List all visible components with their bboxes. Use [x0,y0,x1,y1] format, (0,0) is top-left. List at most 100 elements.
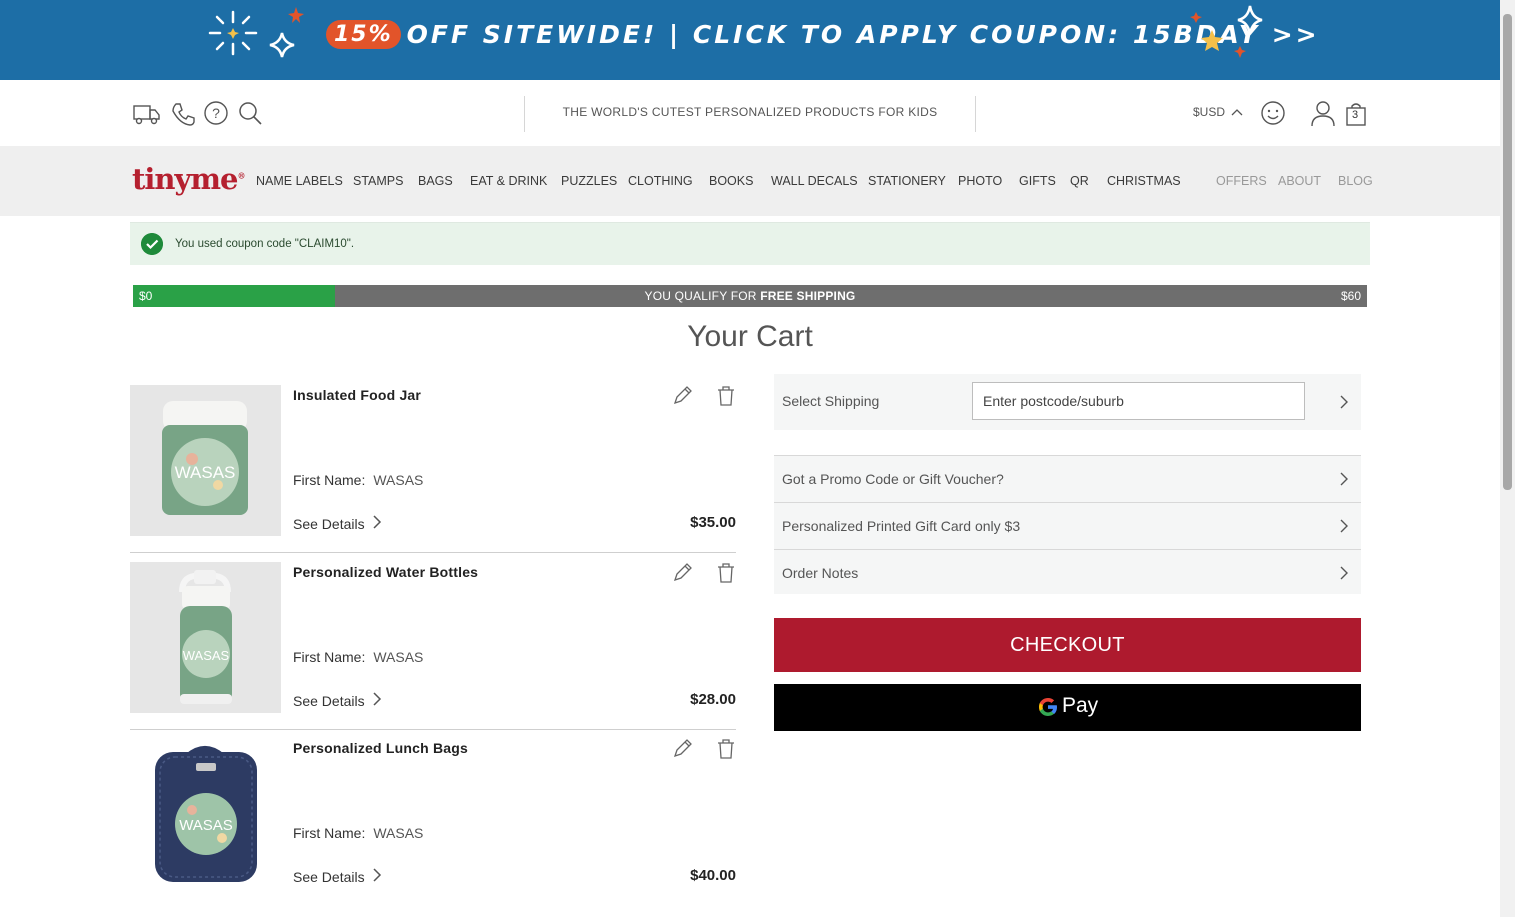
item-option: First Name: WASAS [293,649,423,665]
trash-icon[interactable] [715,562,737,584]
nav-item-books[interactable]: BOOKS [709,174,753,188]
see-details-label: See Details [293,869,365,885]
nav-item-stationery[interactable]: STATIONERY [868,174,946,188]
cart-item: WASAS Insulated Food Jar First Name: WASA… [130,385,736,553]
star-icon [1190,5,1263,58]
progress-label-bold: FREE SHIPPING [760,289,856,303]
divider [975,96,976,132]
promo-message: OFF SITEWIDE! | CLICK TO APPLY COUPON: 1… [406,19,1320,49]
google-g-icon [1039,698,1057,716]
google-pay-button[interactable]: Pay [774,684,1361,731]
nav-item-gifts[interactable]: GIFTS [1019,174,1056,188]
pencil-icon[interactable] [671,738,693,760]
nav-item-eat-drink[interactable]: EAT & DRINK [470,174,547,188]
water-bottle-illustration: WASAS [130,562,281,713]
star-icon [269,7,304,58]
coupon-notice: You used coupon code "CLAIM10". [130,222,1370,265]
chevron-right-icon [1340,472,1348,486]
pencil-icon[interactable] [671,562,693,584]
free-shipping-progress: $0 YOU QUALIFY FOR FREE SHIPPING $60 [133,285,1367,307]
nav-item-offers[interactable]: OFFERS [1216,174,1267,188]
chevron-right-icon [1340,566,1348,580]
nav-item-wall-decals[interactable]: WALL DECALS [771,174,858,188]
nav-item-qr[interactable]: QR [1070,174,1089,188]
food-jar-illustration: WASAS [130,385,281,536]
account-icon[interactable] [1309,100,1337,128]
item-name[interactable]: Personalized Lunch Bags [293,740,468,756]
promo-code-row[interactable]: Got a Promo Code or Gift Voucher? [774,455,1361,502]
smiley-icon[interactable] [1260,100,1288,128]
order-notes-row[interactable]: Order Notes [774,549,1361,594]
chevron-right-icon [373,515,382,529]
lunch-bag-illustration: WASAS [130,738,281,889]
nav-item-puzzles[interactable]: PUZZLES [561,174,617,188]
see-details-label: See Details [293,516,365,532]
cart-button[interactable]: 3 [1345,102,1367,126]
tagline: THE WORLD'S CUTEST PERSONALIZED PRODUCTS… [562,105,938,119]
logo-text: tinyme [132,162,238,196]
progress-max: $60 [1340,289,1361,303]
check-circle-icon [141,233,163,255]
nav-item-photo[interactable]: PHOTO [958,174,1002,188]
google-pay-label: Pay [1062,694,1099,717]
postcode-input[interactable] [972,382,1305,420]
chevron-right-icon [373,692,382,706]
pencil-icon[interactable] [671,385,693,407]
option-label: First Name: [293,649,366,665]
product-image-text: WASAS [179,817,233,834]
promo-code-label: Got a Promo Code or Gift Voucher? [782,471,1004,487]
trash-icon[interactable] [715,385,737,407]
phone-icon[interactable] [170,100,198,128]
scrollbar-thumb[interactable] [1503,14,1512,490]
help-icon[interactable]: ? [203,100,231,128]
product-image-food-jar[interactable]: WASAS [130,385,281,536]
shipping-label: Select Shipping [782,393,880,409]
coupon-notice-text: You used coupon code "CLAIM10". [175,238,355,250]
utility-bar: ? THE WORLD'S CUTEST PERSONALIZED PRODUC… [0,80,1500,146]
order-notes-label: Order Notes [782,565,859,581]
shipping-row: Select Shipping [774,374,1361,430]
sparkle-icon [208,10,258,56]
see-details-label: See Details [293,693,365,709]
option-value: WASAS [373,649,424,665]
checkout-button[interactable]: CHECKOUT [774,618,1361,672]
promo-banner[interactable]: 15% OFF SITEWIDE! | CLICK TO APPLY COUPO… [0,0,1500,80]
product-image-lunch-bag[interactable]: WASAS [130,738,281,889]
main-nav: tinyme® NAME LABELS STAMPS BAGS EAT & DR… [0,146,1500,216]
svg-text:?: ? [212,105,220,121]
promo-percent-badge: 15% [326,19,401,49]
trash-icon[interactable] [715,738,737,760]
item-option: First Name: WASAS [293,825,423,841]
chevron-right-icon[interactable] [1339,395,1349,409]
nav-item-blog[interactable]: BLOG [1338,174,1373,188]
nav-item-name-labels[interactable]: NAME LABELS [256,174,343,188]
item-option: First Name: WASAS [293,472,423,488]
search-icon[interactable] [237,100,265,128]
nav-item-clothing[interactable]: CLOTHING [628,174,693,188]
item-price: $35.00 [690,514,736,531]
currency-selector[interactable]: $USD [1193,105,1243,119]
logo[interactable]: tinyme® [132,162,245,196]
item-name[interactable]: Personalized Water Bottles [293,564,478,580]
option-label: First Name: [293,825,366,841]
gift-card-row[interactable]: Personalized Printed Gift Card only $3 [774,502,1361,549]
currency-label: $USD [1193,105,1226,119]
product-image-water-bottle[interactable]: WASAS [130,562,281,713]
see-details-link[interactable]: See Details [293,692,382,709]
promo-text: 15% OFF SITEWIDE! | CLICK TO APPLY COUPO… [326,14,1320,54]
nav-item-stamps[interactable]: STAMPS [353,174,403,188]
item-name[interactable]: Insulated Food Jar [293,387,421,403]
progress-label-prefix: YOU QUALIFY FOR [644,289,761,303]
option-label: First Name: [293,472,366,488]
see-details-link[interactable]: See Details [293,868,382,885]
chevron-up-icon [1231,109,1243,116]
chevron-right-icon [1340,519,1348,533]
truck-icon[interactable] [133,100,161,128]
nav-item-bags[interactable]: BAGS [418,174,453,188]
nav-item-about[interactable]: ABOUT [1278,174,1321,188]
nav-item-christmas[interactable]: CHRISTMAS [1107,174,1181,188]
see-details-link[interactable]: See Details [293,515,382,532]
cart-item: WASAS Personalized Lunch Bags First Name… [130,738,736,906]
divider [524,96,525,132]
option-value: WASAS [373,472,424,488]
